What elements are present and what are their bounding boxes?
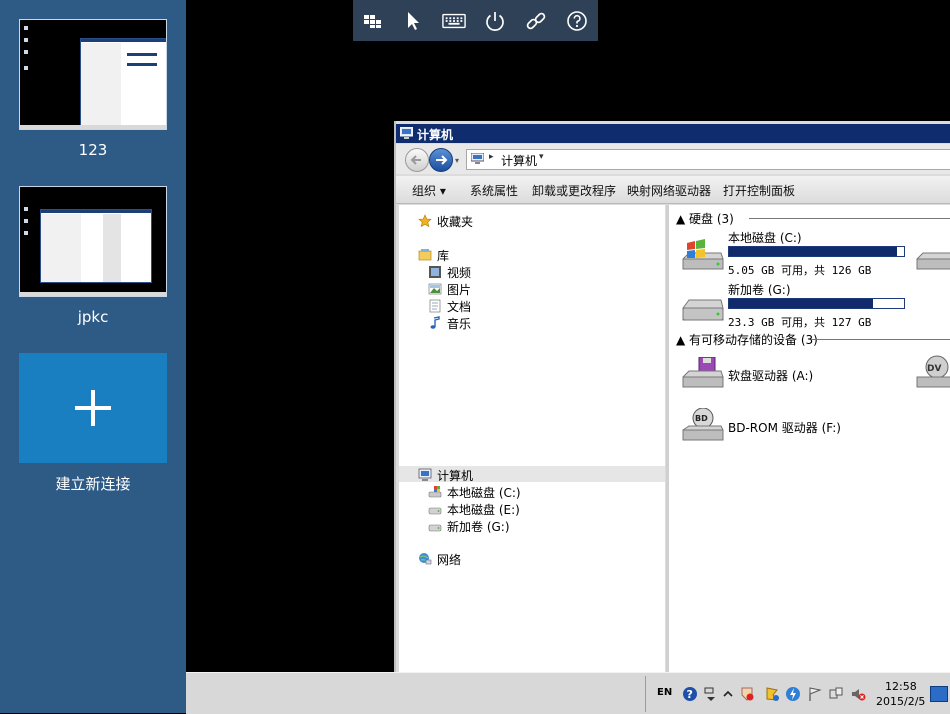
drive-name: 本地磁盘 (C:) [728,231,802,245]
computer-icon [418,468,432,481]
drive-free-space: 23.3 GB 可用，共 127 GB [728,316,872,329]
address-bar[interactable]: ▸ 计算机 ▾ [466,149,950,170]
power-icon[interactable] [483,9,507,33]
bd-rom-drive-icon: BD [682,408,724,441]
help-icon[interactable]: ? [682,686,698,702]
library-icon [418,249,432,261]
nav-new-volume-g[interactable]: 新加卷 (G:) [428,518,510,535]
session-label: 123 [78,141,108,159]
uninstall-program-button[interactable]: 卸载或更改程序 [532,182,616,199]
window-title: 计算机 [417,128,454,142]
system-properties-button[interactable]: 系统属性 [470,182,518,199]
computer-icon [471,153,484,164]
nav-music[interactable]: 音乐 [428,315,471,332]
action-center-flag-icon[interactable] [807,686,823,702]
windows-drive-icon [682,239,724,270]
nav-documents[interactable]: 文档 [428,298,471,315]
network-icon [419,553,432,565]
back-arrow-icon [410,155,421,165]
show-desktop-button[interactable] [930,686,948,702]
address-row: ▾ ▸ 计算机 ▾ [396,144,950,174]
nav-pictures[interactable]: 图片 [428,281,471,298]
drive-free-space: 5.05 GB 可用，共 126 GB [728,264,872,277]
link-icon[interactable] [524,9,548,33]
session-item-123[interactable]: 123 [19,19,167,159]
dvd-drive-icon[interactable]: DV [915,355,950,389]
computer-icon [400,127,413,139]
capacity-bar [728,246,905,257]
capacity-fill [729,299,873,308]
session-thumbnail[interactable] [19,19,167,130]
help-icon[interactable] [565,9,589,33]
drive-name: BD-ROM 驱动器 (F:) [728,421,841,435]
volume-muted-icon[interactable] [850,686,866,702]
svg-text:BD: BD [695,414,708,423]
navigation-pane: 收藏夹 库 视频 图片 文档 音乐 计算机 本地磁盘 (C:) 本地磁盘 (E:… [399,205,665,673]
forward-button[interactable] [429,148,453,172]
star-icon [418,214,432,228]
clock-date[interactable]: 2015/2/5 [876,695,925,708]
shield-alert-icon[interactable] [739,686,755,702]
map-network-drive-button[interactable]: 映射网络驱动器 [627,182,711,199]
session-sidebar: 123 jpkc 建立新连接 [0,0,186,713]
nav-computer[interactable]: 计算机 [418,467,473,484]
hard-drive-icon [682,299,724,321]
remote-toolbar [353,0,598,41]
back-button[interactable] [405,148,429,172]
explorer-window: 计算机 ▾ ▸ 计算机 ▾ 组织 ▾ 系统属性 卸载或更改程序 映射网络驱动器 … [394,121,950,673]
power-bolt-icon[interactable] [785,686,801,702]
capacity-fill [729,247,897,256]
group-divider [749,218,950,219]
hard-drive-icon[interactable] [915,239,950,273]
video-icon [429,266,441,278]
picture-icon [428,283,442,295]
input-options-icon[interactable] [703,686,719,702]
new-connection-button[interactable] [19,353,167,463]
drive-name: 软盘驱动器 (A:) [728,369,814,383]
organize-button[interactable]: 组织 ▾ [412,182,446,199]
session-thumbnail[interactable] [19,186,167,297]
command-bar: 组织 ▾ 系统属性 卸载或更改程序 映射网络驱动器 打开控制面板 [396,176,950,204]
nav-local-disk-e[interactable]: 本地磁盘 (E:) [428,501,520,518]
breadcrumb-dropdown[interactable]: ▾ [539,152,544,162]
nav-local-disk-c[interactable]: 本地磁盘 (C:) [428,484,521,501]
hard-drive-icon [428,524,442,532]
network-connection-icon[interactable] [828,686,844,702]
drive-name: 新加卷 (G:) [728,283,791,297]
nav-network[interactable]: 网络 [418,551,461,568]
breadcrumb-computer[interactable]: 计算机 [501,152,537,169]
svg-text:DV: DV [927,364,941,374]
open-control-panel-button[interactable]: 打开控制面板 [723,182,795,199]
nav-favorites[interactable]: 收藏夹 [418,213,473,230]
music-note-icon [430,316,440,329]
windows-drive-icon [428,486,442,498]
nav-libraries[interactable]: 库 [418,247,449,264]
document-icon [429,299,441,313]
system-tray: EN ? 12:58 2015/2/5 [645,676,950,712]
window-titlebar[interactable]: 计算机 [396,124,950,143]
recent-pages-dropdown[interactable]: ▾ [455,156,459,165]
forward-arrow-icon [436,155,448,165]
session-item-jpkc[interactable]: jpkc [19,186,167,326]
capacity-bar [728,298,905,309]
floppy-drive-icon [682,357,724,388]
hard-drive-icon [428,507,442,515]
language-indicator[interactable]: EN [657,687,672,698]
windows-taskbar: EN ? 12:58 2015/2/5 [186,672,950,714]
pointer-icon[interactable] [401,9,425,33]
session-label: jpkc [77,308,109,326]
flag-update-icon[interactable] [764,686,780,702]
keyboard-icon[interactable] [442,9,468,33]
chevron-up-icon[interactable] [720,686,736,702]
windows-flag-icon[interactable] [361,9,385,33]
svg-text:?: ? [687,688,693,701]
content-pane: ▲ 硬盘 (3) 本地磁盘 (C:) 5.05 GB 可用，共 126 GB 新… [669,205,950,673]
new-connection-label: 建立新连接 [55,475,131,493]
group-header-hard-disks[interactable]: ▲ 硬盘 (3) [676,210,734,227]
clock-time[interactable]: 12:58 [885,680,917,693]
group-divider [811,339,950,340]
breadcrumb-separator[interactable]: ▸ [489,152,494,162]
group-header-removable[interactable]: ▲ 有可移动存储的设备 (3) [676,331,818,348]
nav-videos[interactable]: 视频 [428,264,471,281]
